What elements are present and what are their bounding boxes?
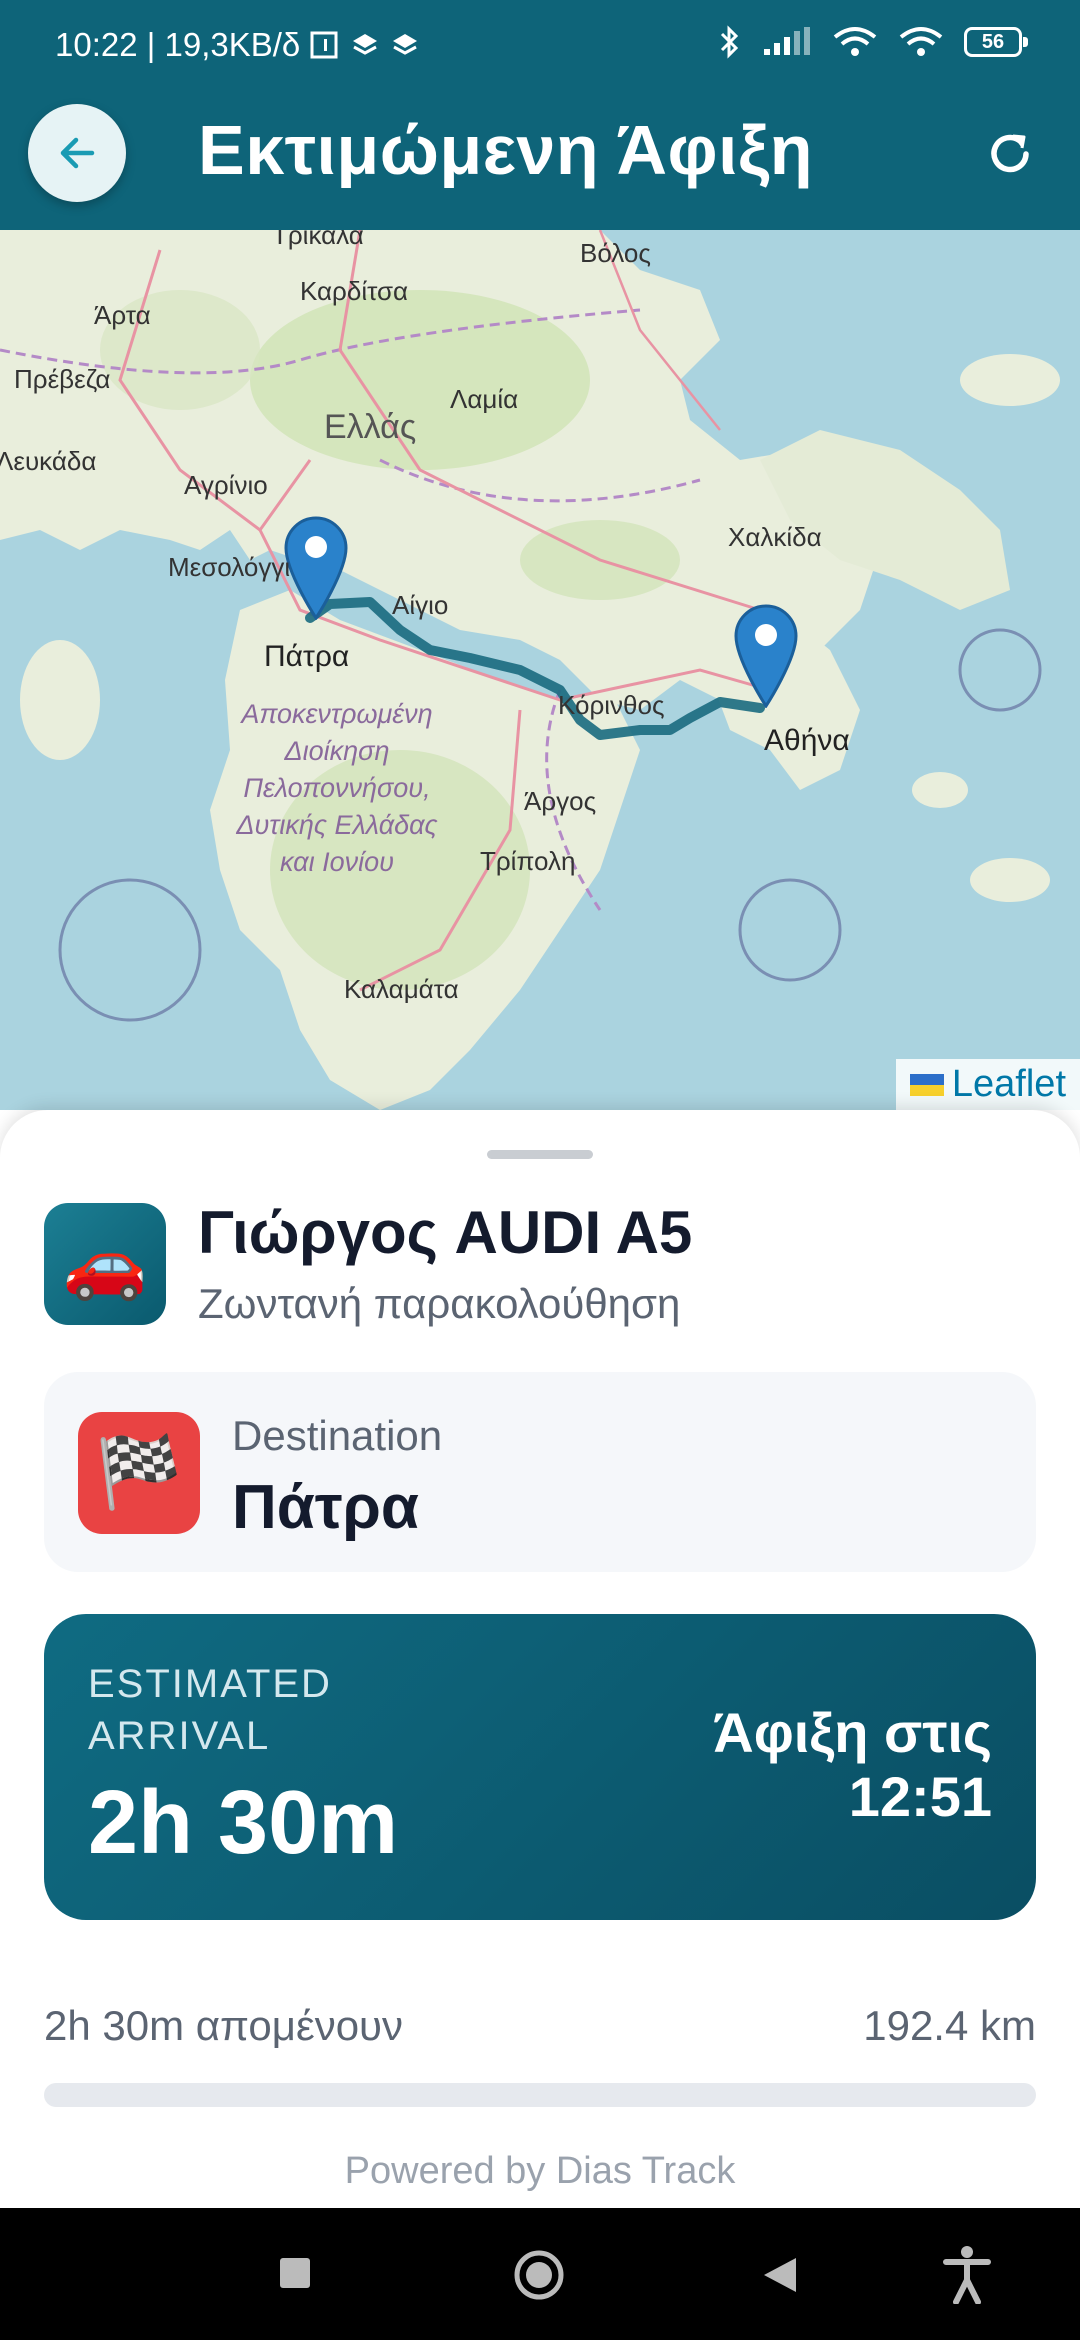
map-label-karditsa: Καρδίτσα xyxy=(300,276,409,306)
map-canvas xyxy=(0,230,1060,1110)
map-label-kalamata: Καλαμάτα xyxy=(344,974,459,1004)
map-label-agrinio: Αγρίνιο xyxy=(184,470,268,500)
ukraine-flag-icon xyxy=(909,1073,944,1096)
page-title: Εκτιμώμενη Άφιξη xyxy=(198,111,813,189)
status-right: 56 xyxy=(718,24,1028,60)
wifi-icon xyxy=(833,27,877,56)
status-bar: 10:22 | 19,3KB/δ 56 xyxy=(0,0,1080,96)
arrival-time: 12:51 xyxy=(848,1765,992,1828)
destination-label: Destination xyxy=(232,1412,443,1459)
map-label-lamia: Λαμία xyxy=(450,384,519,414)
eta-label: ESTIMATED ARRIVAL xyxy=(88,1662,332,1758)
back-nav-icon[interactable] xyxy=(762,2256,798,2294)
map-label-mesolongi: Μεσολόγγι xyxy=(168,552,291,582)
map-label-ellas: Ελλάς xyxy=(324,408,417,446)
eta-value: 2h 30m xyxy=(88,1773,399,1873)
layers-icon xyxy=(353,34,378,55)
status-left: 10:22 | 19,3KB/δ xyxy=(55,26,420,64)
refresh-button[interactable] xyxy=(980,124,1040,184)
recents-icon[interactable] xyxy=(278,2256,312,2290)
car-icon: 🚗 xyxy=(44,1203,166,1325)
map-label-athina: Αθήνα xyxy=(764,724,850,757)
map-label-volos: Βόλος xyxy=(580,238,651,268)
map-label-trikala: Τρίκαλα xyxy=(272,230,364,250)
arrow-left-icon xyxy=(60,137,95,169)
origin-marker-icon[interactable] xyxy=(282,514,350,620)
powered-by: Powered by Dias Track xyxy=(344,2150,736,2192)
app-bar: Εκτιμώμενη Άφιξη xyxy=(0,96,1080,230)
destination-card: 🏁 Destination Πάτρα xyxy=(44,1372,1036,1572)
bluetooth-icon xyxy=(720,25,739,59)
map-label-tripoli: Τρίπολη xyxy=(480,846,576,876)
notification-icon xyxy=(310,31,338,59)
trip-progress-bar xyxy=(44,2083,1036,2107)
map-label-argos: Άργος xyxy=(524,786,597,816)
accessibility-icon[interactable] xyxy=(942,2244,992,2304)
bottom-sheet: 🚗 Γιώργος AUDI A5 Ζωντανή παρακολούθηση … xyxy=(0,1110,1080,2208)
status-time: 10:22 | 19,3KB/δ xyxy=(55,26,301,63)
sheet-drag-handle[interactable] xyxy=(487,1150,593,1159)
map-label-region: Αποκεντρωμένη Διοίκηση Πελοποννήσου, Δυτ… xyxy=(236,699,438,877)
time-remaining: 2h 30m απομένουν xyxy=(44,2002,404,2049)
leaflet-link[interactable]: Leaflet xyxy=(952,1063,1066,1106)
refresh-icon xyxy=(991,134,1029,173)
wifi-icon-2 xyxy=(899,27,943,56)
battery-level: 56 xyxy=(981,31,1005,53)
map-label-korinthos: Κόρινθος xyxy=(558,690,665,720)
distance-remaining: 192.4 km xyxy=(863,2002,1036,2049)
map-label-lefkada: Λευκάδα xyxy=(0,446,97,476)
map-label-preveza: Πρέβεζα xyxy=(14,364,111,394)
leaflet-attribution[interactable]: Leaflet xyxy=(895,1059,1080,1110)
signal-icon xyxy=(764,27,810,55)
map-view[interactable]: Τρίκαλα Βόλος Καρδίτσα Άρτα Πρέβεζα Λαμί… xyxy=(0,230,1080,1110)
checkered-flag-icon: 🏁 xyxy=(78,1412,200,1534)
map-label-chalkida: Χαλκίδα xyxy=(728,522,822,552)
map-label-aigio: Αίγιο xyxy=(392,590,449,620)
system-nav-bar xyxy=(0,2208,1080,2340)
map-label-arta: Άρτα xyxy=(94,300,151,330)
back-button[interactable] xyxy=(28,104,126,202)
vehicle-name: Γιώργος AUDI A5 xyxy=(198,1199,693,1266)
destination-marker-icon[interactable] xyxy=(732,602,800,708)
home-icon[interactable] xyxy=(512,2248,566,2302)
map-label-patra: Πάτρα xyxy=(264,640,350,673)
tracking-status: Ζωντανή παρακολούθηση xyxy=(198,1280,681,1327)
layers-icon-2 xyxy=(393,34,418,55)
arrival-label: Άφιξη στις xyxy=(713,1701,992,1764)
destination-value: Πάτρα xyxy=(232,1473,420,1542)
eta-card: ESTIMATED ARRIVAL 2h 30m Άφιξη στις 12:5… xyxy=(44,1614,1036,1920)
battery-indicator: 56 xyxy=(964,27,1028,57)
